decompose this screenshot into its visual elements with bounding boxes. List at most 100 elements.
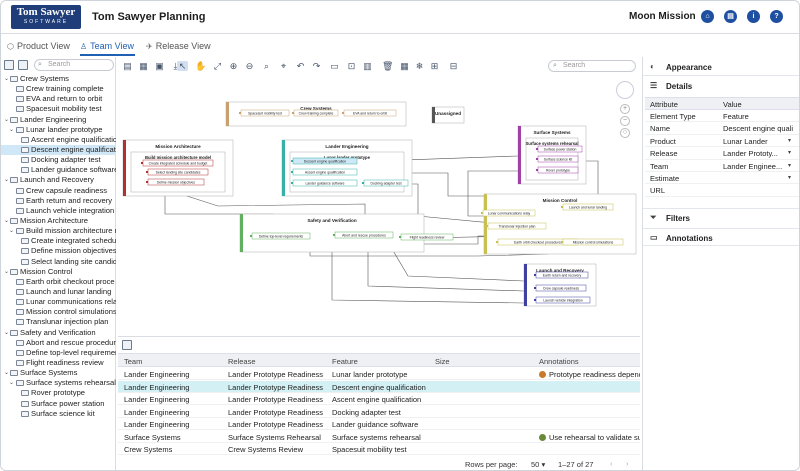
chevron-down-icon[interactable]: ⌄ xyxy=(4,74,9,84)
group-title[interactable]: Mission Control xyxy=(543,198,578,203)
node-port[interactable] xyxy=(292,112,294,114)
tree-item[interactable]: Create integrated schedul xyxy=(1,236,116,246)
chevron-down-icon[interactable]: ⌄ xyxy=(9,226,14,236)
expand-all-icon[interactable] xyxy=(4,60,14,70)
feature-node-label[interactable]: Select landing site candidates xyxy=(156,171,201,175)
group-title[interactable]: Lander Engineering xyxy=(325,144,368,149)
node-port[interactable] xyxy=(481,212,483,214)
tree-item[interactable]: Crew capsule readiness xyxy=(1,186,116,196)
tree-item[interactable]: Crew training complete xyxy=(1,84,116,94)
tree-item[interactable]: ⌄ Crew Systems xyxy=(1,74,116,84)
grid-icon[interactable]: ▦ xyxy=(138,61,149,71)
feature-node-label[interactable]: Earth return and recovery xyxy=(543,274,582,278)
feature-node-label[interactable]: Ascent engine qualification xyxy=(305,171,345,175)
diagram-group[interactable]: Crew SystemsSpacesuit mobility test Crew … xyxy=(225,101,407,127)
table-row[interactable]: Lander Engineering Lander Prototype Readi… xyxy=(118,368,640,380)
group-title[interactable]: Mission Architecture xyxy=(155,144,201,149)
diagram-group[interactable]: Lander EngineeringLunar lander prototype… xyxy=(281,139,413,197)
feature-node-label[interactable]: Descent engine qualification xyxy=(304,160,347,164)
tree-item[interactable]: ⌄ Build mission architecture r xyxy=(1,226,116,236)
node-port[interactable] xyxy=(534,287,536,289)
table-row[interactable]: Surface Systems Surface Systems Rehearsal… xyxy=(118,431,640,443)
group-title[interactable]: Unassigned xyxy=(435,111,461,116)
tree-item[interactable]: Rover prototype xyxy=(1,388,116,398)
tree-item[interactable]: Flight readiness review xyxy=(1,358,116,368)
node-port[interactable] xyxy=(534,299,536,301)
overview-icon[interactable]: ▣ xyxy=(154,61,165,71)
tree-item[interactable]: Lander guidance software xyxy=(1,165,116,175)
group-accent[interactable] xyxy=(240,214,243,252)
tree-item[interactable]: ⌄ Lander Engineering xyxy=(1,115,116,125)
group-accent[interactable] xyxy=(123,140,126,196)
diagram-canvas[interactable]: Crew Systems Spacesuit mobility test Crew … xyxy=(118,76,640,333)
chevron-down-icon[interactable]: ⌄ xyxy=(4,115,9,125)
property-row[interactable]: Team Lander Enginee... ▾ xyxy=(645,160,799,172)
diagram-search-input[interactable]: ⌕ Search xyxy=(548,60,636,72)
chevron-down-icon[interactable]: ▾ xyxy=(788,162,791,169)
node-port[interactable] xyxy=(536,158,538,160)
node-port[interactable] xyxy=(141,162,143,164)
team-diagram[interactable]: Crew SystemsSpacesuit mobility test Crew … xyxy=(118,76,640,333)
tree-item[interactable]: Spacesuit mobility test xyxy=(1,104,116,114)
table-row[interactable]: Crew Systems Crew Systems Review Spacesuit… xyxy=(118,443,640,455)
tab-team-view[interactable]: ♙ Team View xyxy=(80,41,134,51)
feature-node-label[interactable]: Mission control simulations xyxy=(573,241,614,245)
chevron-down-icon[interactable]: ▾ xyxy=(788,137,791,144)
node-port[interactable] xyxy=(362,182,364,184)
node-port[interactable] xyxy=(291,182,293,184)
tree-item[interactable]: Descent engine qualificati xyxy=(1,144,116,156)
table-row[interactable]: Lander Engineering Lander Prototype Readi… xyxy=(118,406,640,418)
info-button[interactable]: i xyxy=(747,10,760,23)
column-header-size[interactable]: Size xyxy=(435,357,450,366)
group-accent[interactable] xyxy=(226,102,229,126)
property-value[interactable]: Lander Prototy... xyxy=(723,149,793,158)
center-icon[interactable]: ⌖ xyxy=(278,61,289,71)
node-port[interactable] xyxy=(146,171,148,173)
group-accent[interactable] xyxy=(282,140,285,196)
feature-node-label[interactable]: Surface power station xyxy=(544,148,577,152)
node-port[interactable] xyxy=(250,235,252,237)
diagram-group[interactable]: Launch and RecoveryEarth return and reco… xyxy=(523,263,597,307)
node-port[interactable] xyxy=(534,274,536,276)
diagram-group[interactable]: Mission Control Launch and lunar landing L… xyxy=(481,193,637,255)
sub-group-title[interactable]: Build mission architecture model xyxy=(145,155,211,160)
property-row[interactable]: Product Lunar Lander ▾ xyxy=(645,135,799,148)
feature-node-label[interactable]: EVA and return to orbit xyxy=(353,112,387,116)
help-button[interactable]: ? xyxy=(770,10,783,23)
node-port[interactable] xyxy=(536,148,538,150)
pan-icon[interactable]: ✋ xyxy=(195,61,206,71)
node-port[interactable] xyxy=(561,206,563,208)
tree-item[interactable]: Surface power station xyxy=(1,399,116,409)
tree-item[interactable]: ⌄ Mission Architecture xyxy=(1,216,116,226)
feature-node-label[interactable]: Crew training complete xyxy=(299,112,334,116)
column-header-team[interactable]: Team xyxy=(124,357,142,366)
tree-item[interactable]: Abort and rescue procedure xyxy=(1,338,116,348)
table-icon[interactable]: ▦ xyxy=(399,61,410,71)
feature-node-label[interactable]: Docking adapter test xyxy=(370,182,401,186)
property-row[interactable]: Release Lander Prototy... ▾ xyxy=(645,147,799,160)
properties-icon[interactable]: ▥ xyxy=(362,61,373,71)
zoom-out-icon[interactable]: ⊖ xyxy=(244,61,255,71)
tree-item[interactable]: ⌄ Surface Systems xyxy=(1,368,116,378)
group-accent[interactable] xyxy=(518,126,521,184)
tab-product-view[interactable]: ⬡ Product View xyxy=(7,41,70,51)
group-accent[interactable] xyxy=(524,264,527,306)
node-port[interactable] xyxy=(536,169,538,171)
tree-item[interactable]: ⌄ Lunar lander prototype xyxy=(1,125,116,135)
node-port[interactable] xyxy=(561,241,563,243)
tree-item[interactable]: Define mission objectives xyxy=(1,246,116,256)
filters-section[interactable]: ⏷ Filters xyxy=(643,208,799,226)
feature-node-label[interactable]: Spacesuit mobility test xyxy=(248,112,282,116)
tree-item[interactable]: EVA and return to orbit xyxy=(1,94,116,104)
sub-group-title[interactable]: Surface systems rehearsal xyxy=(525,141,578,146)
column-header-feature[interactable]: Feature xyxy=(332,357,358,366)
feature-node-label[interactable]: Launch and lunar landing xyxy=(569,206,607,210)
diagram-group[interactable]: Mission Architecture Build mission archit… xyxy=(122,139,234,197)
redo-icon[interactable]: ↷ xyxy=(311,61,322,71)
node-port[interactable] xyxy=(333,234,335,236)
details-section[interactable]: ☰ Details xyxy=(643,77,799,95)
tree-item[interactable]: Earth return and recovery xyxy=(1,196,116,206)
column-header-annotations[interactable]: Annotations xyxy=(539,357,579,366)
tree-item[interactable]: Mission control simulations xyxy=(1,307,116,317)
table-row[interactable]: Lander Engineering Lander Prototype Readi… xyxy=(118,380,640,393)
